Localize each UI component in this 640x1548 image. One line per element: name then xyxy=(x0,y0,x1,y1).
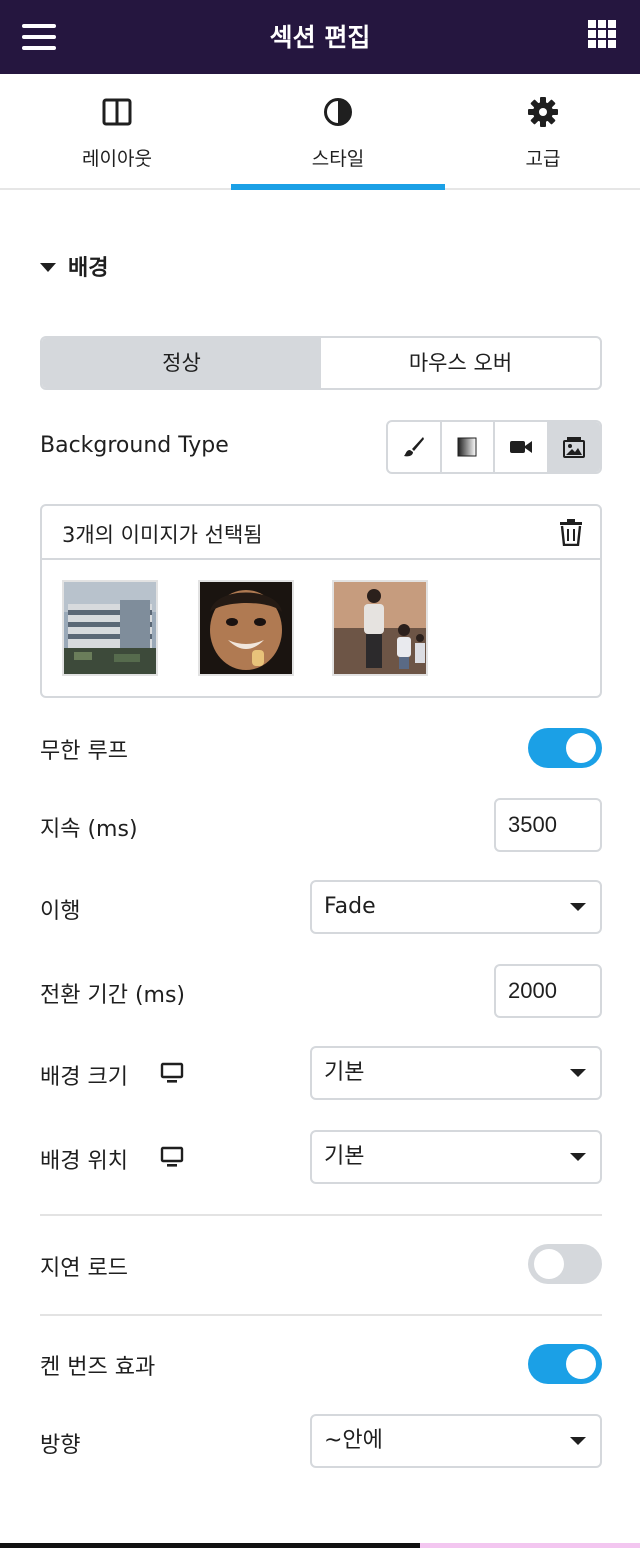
tab-label: 레이아웃 xyxy=(82,148,152,170)
section-toggle-background[interactable]: 배경 xyxy=(40,250,108,282)
bg-size-select[interactable]: 기본 xyxy=(310,1046,602,1100)
smiling-child-photo xyxy=(200,582,292,674)
caret-down-icon xyxy=(570,903,586,911)
bottom-edge-bar-accent xyxy=(420,1543,640,1548)
caret-down-icon xyxy=(570,1069,586,1077)
transition-duration-input[interactable]: 2000 xyxy=(494,964,602,1018)
desktop-monitor-icon[interactable] xyxy=(160,1062,184,1084)
duration-input[interactable]: 3500 xyxy=(494,798,602,852)
gallery-selected-count[interactable]: 3개의 이미지가 선택됨 xyxy=(62,519,263,549)
background-type-chooser xyxy=(386,420,602,474)
transition-select[interactable]: Fade xyxy=(310,880,602,934)
toggle-knob xyxy=(566,1349,596,1379)
desktop-monitor-icon[interactable] xyxy=(160,1146,184,1168)
caret-down-icon xyxy=(40,262,56,272)
bg-size-value: 기본 xyxy=(324,1060,365,1085)
caret-down-icon xyxy=(570,1437,586,1445)
gear-icon xyxy=(528,97,558,127)
infinite-loop-toggle[interactable] xyxy=(528,728,602,768)
divider xyxy=(40,1314,602,1316)
bottom-edge-bar xyxy=(0,1543,420,1548)
direction-label: 방향 xyxy=(40,1433,81,1458)
toggle-knob xyxy=(534,1249,564,1279)
state-tabs: 정상 마우스 오버 xyxy=(40,336,602,390)
state-tab-normal[interactable]: 정상 xyxy=(42,338,321,388)
tab-label: 스타일 xyxy=(311,148,365,170)
tab-advanced[interactable]: 고급 xyxy=(436,74,640,188)
caret-down-icon xyxy=(570,1153,586,1161)
gallery-thumbnail-child[interactable] xyxy=(198,580,294,676)
page-title: 섹션 편집 xyxy=(269,23,371,52)
bg-size-label: 배경 크기 xyxy=(40,1065,128,1090)
panel-tabs: 레이아웃 스타일 고급 xyxy=(0,74,640,190)
bg-type-classic-button[interactable] xyxy=(388,422,442,472)
tab-style[interactable]: 스타일 xyxy=(231,74,445,190)
grid-apps-icon[interactable] xyxy=(588,20,616,48)
divider xyxy=(40,1214,602,1216)
section-title: 배경 xyxy=(68,256,109,281)
half-circle-contrast-icon xyxy=(324,98,352,126)
ken-burns-toggle[interactable] xyxy=(528,1344,602,1384)
columns-layout-icon xyxy=(102,98,132,126)
infinite-loop-label: 무한 루프 xyxy=(40,739,128,764)
toggle-knob xyxy=(566,733,596,763)
bg-position-select[interactable]: 기본 xyxy=(310,1130,602,1184)
gradient-icon xyxy=(457,437,477,457)
gallery-thumbnail-building[interactable] xyxy=(62,580,158,676)
duration-label: 지속 (ms) xyxy=(40,817,138,842)
bg-type-slideshow-button[interactable] xyxy=(548,422,600,472)
lazy-load-label: 지연 로드 xyxy=(40,1256,128,1281)
direction-value: ~안에 xyxy=(324,1428,383,1453)
building-photo xyxy=(64,582,156,674)
bg-position-label: 배경 위치 xyxy=(40,1149,128,1174)
transition-duration-label: 전환 기간 (ms) xyxy=(40,983,186,1008)
image-gallery: 3개의 이미지가 선택됨 xyxy=(40,504,602,698)
top-bar: 섹션 편집 xyxy=(0,0,640,74)
state-tab-hover[interactable]: 마우스 오버 xyxy=(321,338,600,388)
bg-type-gradient-button[interactable] xyxy=(442,422,495,472)
brush-icon xyxy=(403,437,424,457)
tab-label: 고급 xyxy=(525,148,561,170)
lazy-load-toggle[interactable] xyxy=(528,1244,602,1284)
gallery-thumbnail-family[interactable] xyxy=(332,580,428,676)
transition-value: Fade xyxy=(324,894,376,919)
tab-layout[interactable]: 레이아웃 xyxy=(10,74,224,188)
image-slideshow-icon xyxy=(563,437,586,458)
trash-icon[interactable] xyxy=(558,518,584,546)
bg-position-value: 기본 xyxy=(324,1144,365,1169)
transition-label: 이행 xyxy=(40,899,81,924)
gallery-header: 3개의 이미지가 선택됨 xyxy=(42,506,600,560)
background-type-label: Background Type xyxy=(40,433,229,458)
video-camera-icon xyxy=(509,441,532,453)
family-beach-photo xyxy=(334,582,426,674)
direction-select[interactable]: ~안에 xyxy=(310,1414,602,1468)
bg-type-video-button[interactable] xyxy=(495,422,549,472)
ken-burns-label: 켄 번즈 효과 xyxy=(40,1355,156,1380)
